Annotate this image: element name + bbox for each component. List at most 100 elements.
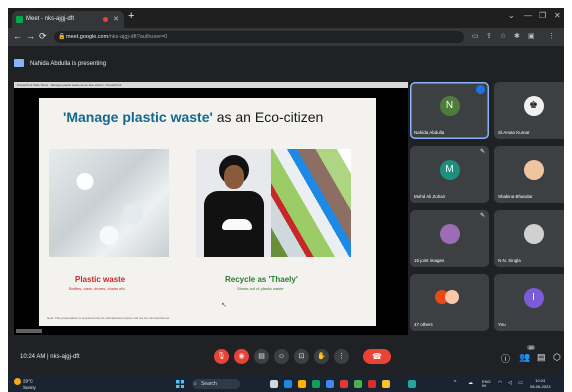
more-options-button[interactable]: ⋮ [334, 349, 349, 364]
people-icon[interactable]: 👥 [519, 352, 530, 363]
store-icon[interactable] [326, 380, 334, 388]
url-host: meet.google.com [66, 34, 109, 40]
meeting-code: nks-ajgj-dft [50, 354, 80, 360]
taskbar-search[interactable]: ⌕ Search [192, 379, 240, 389]
participant-tile[interactable]: ✎ 15 joint images [410, 210, 489, 267]
tab-strip: Meet - nks-ajgj-dft ✕ + ⌄ — ❐ ✕ [8, 8, 564, 28]
avatar [523, 160, 544, 181]
mouse-cursor-icon: ↖ [221, 302, 227, 309]
present-screen-icon [14, 59, 24, 68]
lock-icon: 🔒 [58, 34, 66, 40]
reload-button[interactable]: ⟳ [39, 31, 47, 42]
participant-tile-self[interactable]: I ✎ You [494, 274, 564, 331]
speaking-icon [476, 85, 485, 94]
taskbar-app-icon[interactable] [408, 380, 416, 388]
shared-screen: PowerPoint Slide Show - Manage plastic w… [14, 82, 408, 335]
weather-temp: 29°C [23, 378, 34, 384]
avatar: ♚ [523, 96, 544, 117]
person-face [224, 165, 244, 189]
browser-window: Meet - nks-ajgj-dft ✕ + ⌄ — ❐ ✕ ← → ⟳ 🔒 m… [8, 8, 564, 392]
participant-name: Nahida Abdulla [414, 130, 445, 135]
tray-overflow-icon[interactable]: ^ [454, 380, 456, 386]
slideshow-toolbar[interactable] [16, 329, 42, 333]
info-icon[interactable]: ⓘ [501, 352, 510, 365]
taskbar-app-icon[interactable] [340, 380, 348, 388]
tab-search-icon[interactable]: ⌄ [508, 11, 515, 20]
slide: 'Manage plastic waste' as an Eco-citizen… [39, 98, 376, 326]
wifi-icon[interactable]: ◠ [498, 380, 502, 386]
address-bar-row: ← → ⟳ 🔒 meet.google.com/nks-ajgj-dft?auth… [8, 28, 564, 46]
participant-tile[interactable]: M ✎ Mohd Ali Zuhair [410, 146, 489, 203]
maximize-button[interactable]: ❐ [539, 11, 546, 20]
task-view-icon[interactable] [270, 380, 278, 388]
end-call-button[interactable]: ☎ [363, 349, 391, 364]
weather-widget[interactable]: 29°C Sunny [14, 378, 36, 391]
participant-name: 15 joint images [414, 258, 445, 263]
taskbar-app-icon[interactable] [368, 380, 376, 388]
sidebar-icon[interactable]: ▣ [528, 32, 535, 40]
presenting-banner: Nahida Abdulla is presenting [8, 46, 564, 81]
activities-icon[interactable]: ⬡ [553, 352, 561, 363]
edge-icon[interactable] [312, 380, 320, 388]
extensions-icon[interactable]: ✱ [514, 32, 520, 40]
emoji-button[interactable]: ☺ [274, 349, 289, 364]
back-button[interactable]: ← [13, 31, 22, 41]
slide-title: 'Manage plastic waste' as an Eco-citizen [63, 109, 323, 125]
participant-tile[interactable]: ✎ N.N. Singla [494, 210, 564, 267]
separator: | [47, 354, 49, 360]
raise-hand-button[interactable]: ✋ [314, 349, 329, 364]
menu-icon[interactable]: ⋮ [548, 32, 555, 40]
group-avatars [435, 290, 463, 308]
participant-tile[interactable]: ✎ Shakina Bhandar [494, 146, 564, 203]
tab-meet[interactable]: Meet - nks-ajgj-dft ✕ [12, 11, 124, 28]
meeting-controls-bar: 10:24 AM | nks-ajgj-dft 🎙 ◉ ▤ ☺ ⊡ ✋ ⋮ ☎ … [8, 338, 564, 376]
clock-date: 08-06-2023 [530, 384, 551, 389]
plastic-bottles-image [271, 149, 351, 257]
plastic-waste-image [49, 149, 169, 257]
participant-tile[interactable]: N Nahida Abdulla [410, 82, 489, 139]
chat-icon[interactable]: ▤ [537, 352, 546, 363]
recycle-label: Recycle as 'Thaely' [225, 275, 298, 284]
forward-button[interactable]: → [26, 31, 35, 41]
camera-off-button[interactable]: ◉ [234, 349, 249, 364]
close-window-button[interactable]: ✕ [554, 11, 561, 20]
present-button[interactable]: ⊡ [294, 349, 309, 364]
captions-button[interactable]: ▤ [254, 349, 269, 364]
mic-off-button[interactable]: 🎙 [214, 349, 229, 364]
battery-icon[interactable]: ▭ [518, 380, 523, 386]
participant-tile[interactable]: ♚ ✎ Sl.Aman Kumar [494, 82, 564, 139]
search-label: Search [201, 381, 217, 387]
url-path: /nks-ajgj-dft?authuser=0 [108, 34, 168, 40]
chrome-icon[interactable] [354, 380, 362, 388]
participant-name: Sl.Aman Kumar [498, 130, 530, 135]
mic-off-icon: ✎ [479, 213, 485, 219]
start-button[interactable] [176, 380, 184, 388]
language-indicator[interactable]: ENG IN [482, 380, 491, 388]
clock-time: 10:24 [535, 378, 546, 383]
participant-name: 47 others [414, 322, 433, 327]
recording-dot-icon [103, 17, 108, 22]
tray-cloud-icon[interactable]: ☁ [468, 380, 473, 386]
share-icon[interactable]: ⇪ [486, 32, 492, 40]
windows-taskbar: 29°C Sunny ⌕ Search ^ ☁ ENG IN ◠ ◁ ▭ 10:2… [8, 376, 564, 392]
plastic-waste-caption: Bottles, cans, drums, chairs etc. [69, 286, 126, 291]
participant-tile-others[interactable]: 47 others [410, 274, 489, 331]
meet-favicon-icon [16, 16, 23, 23]
url-input[interactable]: 🔒 meet.google.com/nks-ajgj-dft?authuser=0 [54, 31, 464, 43]
cast-icon[interactable]: ▭ [472, 32, 479, 40]
avatar [523, 224, 544, 245]
taskbar-clock[interactable]: 10:24 08-06-2023 [530, 378, 550, 390]
minimize-button[interactable]: — [524, 11, 532, 20]
avatar: M [439, 160, 460, 181]
participant-name: Shakina Bhandar [498, 194, 533, 199]
plastic-waste-label: Plastic waste [75, 275, 126, 284]
star-icon[interactable]: ☆ [500, 32, 506, 40]
volume-icon[interactable]: ◁ [508, 380, 512, 386]
new-tab-button[interactable]: + [128, 10, 134, 22]
meeting-info-text: 10:24 AM | nks-ajgj-dft [20, 354, 80, 360]
avatar [439, 224, 460, 245]
taskbar-app-icon[interactable] [284, 380, 292, 388]
taskbar-app-icon[interactable] [382, 380, 390, 388]
close-tab-icon[interactable]: ✕ [113, 11, 119, 28]
file-explorer-icon[interactable] [298, 380, 306, 388]
